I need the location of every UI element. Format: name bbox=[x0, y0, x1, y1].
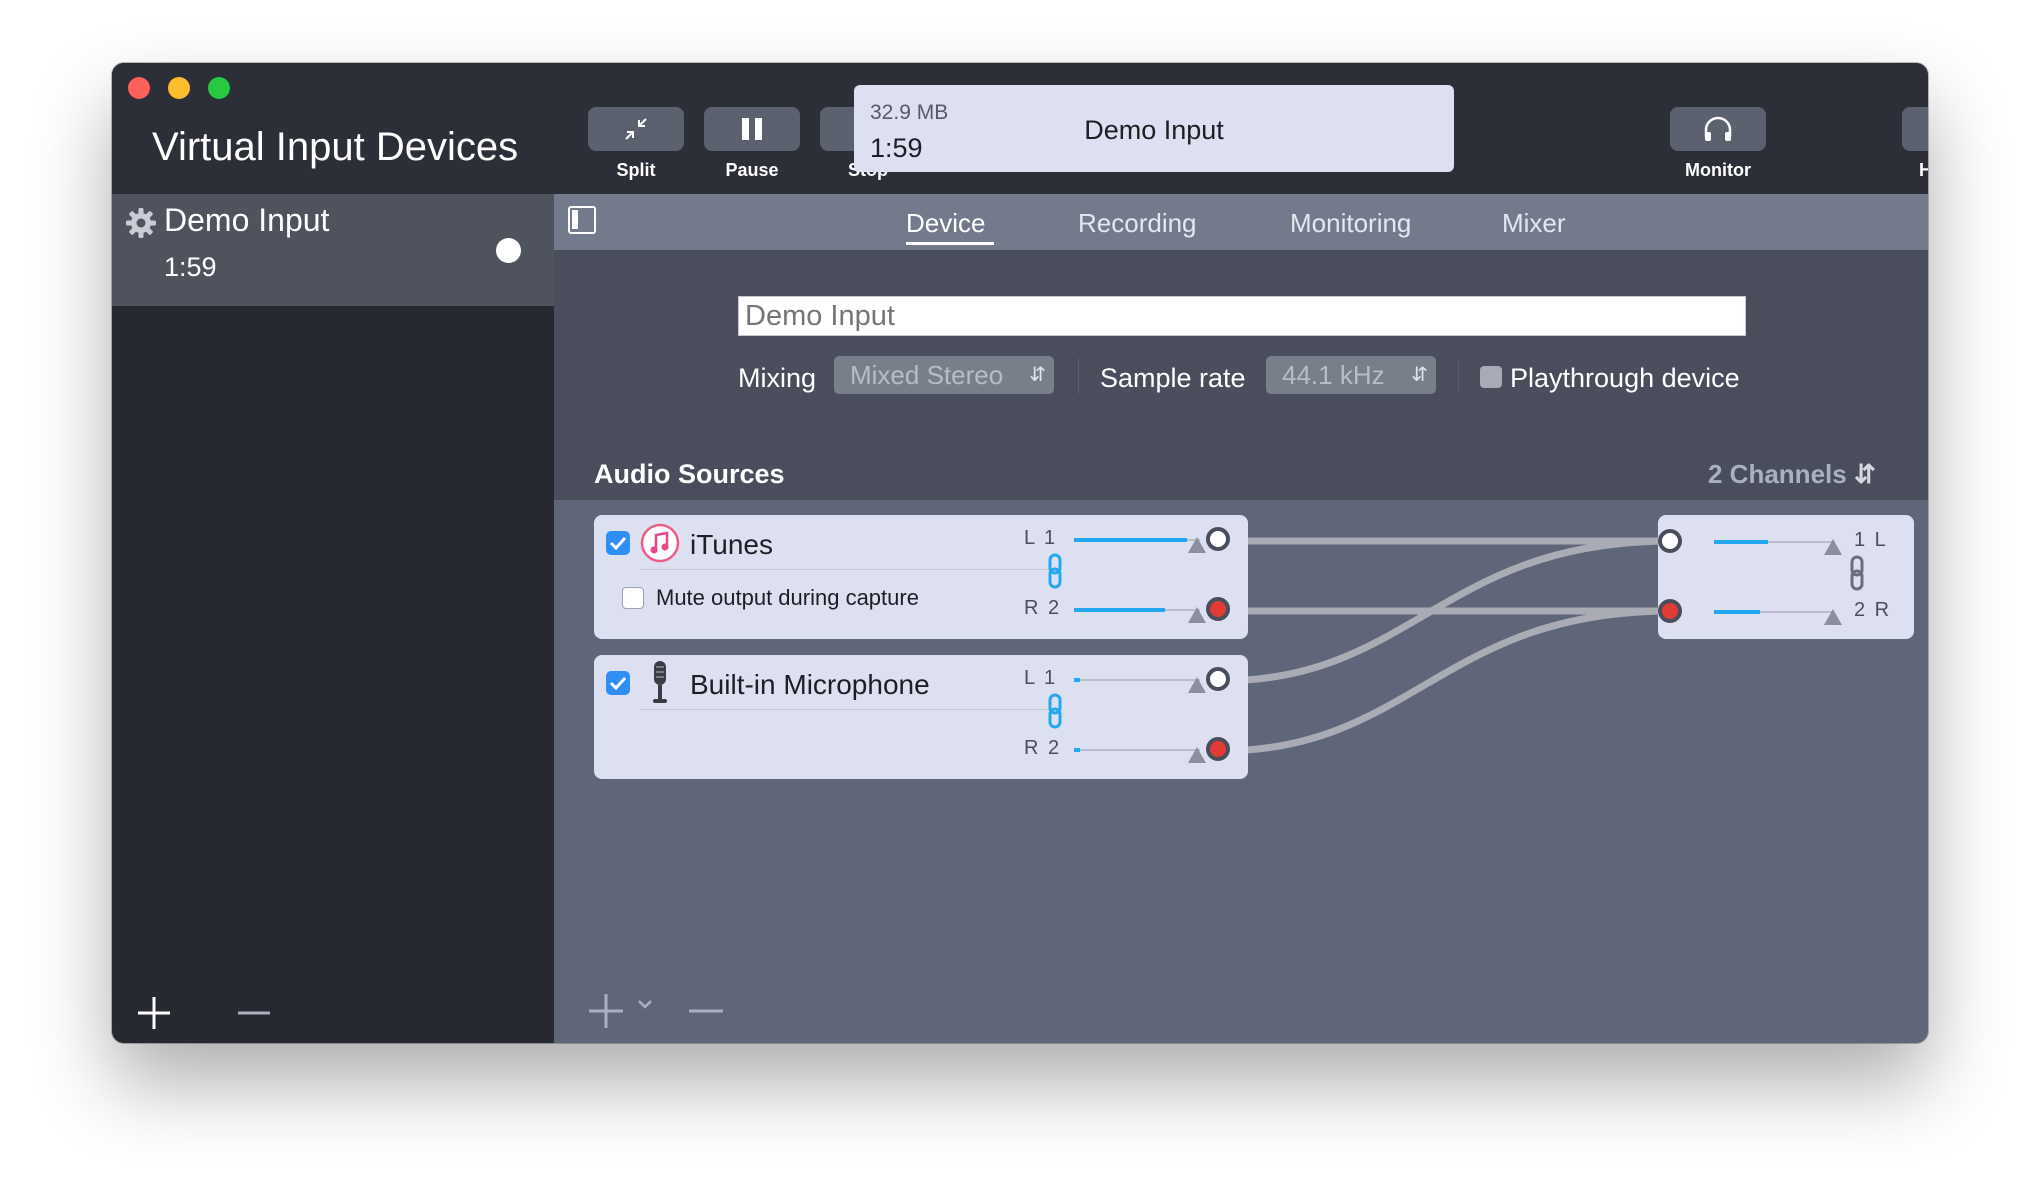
wire-mic-r bbox=[1216, 607, 1674, 755]
output-slider-right[interactable] bbox=[1824, 609, 1842, 625]
level-meter-right bbox=[1074, 748, 1081, 752]
add-source-button[interactable] bbox=[586, 991, 626, 1031]
microphone-icon bbox=[653, 661, 667, 703]
mute-output-checkbox[interactable] bbox=[622, 587, 644, 609]
output-card: 1 L 2 R bbox=[1658, 515, 1914, 639]
source-enabled-checkbox[interactable] bbox=[606, 671, 630, 695]
link-channels-icon[interactable] bbox=[1046, 693, 1064, 729]
channel-label-left: L 1 bbox=[1024, 667, 1058, 689]
output-port-left[interactable] bbox=[1206, 527, 1230, 551]
output-meter-right bbox=[1714, 610, 1760, 614]
output-port-right[interactable] bbox=[1206, 597, 1230, 621]
source-name: iTunes bbox=[690, 529, 774, 560]
chevron-down-icon[interactable] bbox=[636, 995, 654, 1013]
volume-slider-left[interactable] bbox=[1188, 537, 1206, 553]
link-channels-icon[interactable] bbox=[1046, 553, 1064, 589]
output-meter-left bbox=[1714, 540, 1768, 544]
volume-slider-right[interactable] bbox=[1188, 607, 1206, 623]
source-enabled-checkbox[interactable] bbox=[606, 531, 630, 555]
output-channel-label-right: 2 R bbox=[1854, 599, 1892, 621]
output-channel-label-left: 1 L bbox=[1854, 529, 1888, 551]
volume-track-left bbox=[1074, 679, 1200, 681]
app-window: Virtual Input Devices Demo Input 1:59 Sp… bbox=[112, 63, 1928, 1043]
volume-track-right bbox=[1074, 749, 1200, 751]
level-meter-left bbox=[1074, 538, 1188, 542]
divider bbox=[640, 569, 1052, 570]
channel-label-right: R 2 bbox=[1024, 597, 1062, 619]
input-port-right[interactable] bbox=[1658, 599, 1682, 623]
divider bbox=[640, 709, 1052, 710]
mute-output-label: Mute output during capture bbox=[656, 585, 919, 610]
remove-source-button[interactable] bbox=[686, 991, 726, 1031]
link-channels-icon[interactable] bbox=[1848, 555, 1866, 591]
volume-slider-right[interactable] bbox=[1188, 747, 1206, 763]
channel-label-right: R 2 bbox=[1024, 737, 1062, 759]
source-card-itunes: iTunes Mute output during capture L 1 R … bbox=[594, 515, 1248, 639]
volume-slider-left[interactable] bbox=[1188, 677, 1206, 693]
output-slider-left[interactable] bbox=[1824, 539, 1842, 555]
level-meter-right bbox=[1074, 608, 1165, 612]
source-name: Built-in Microphone bbox=[690, 669, 930, 700]
output-port-left[interactable] bbox=[1206, 667, 1230, 691]
output-port-right[interactable] bbox=[1206, 737, 1230, 761]
itunes-music-icon bbox=[640, 523, 680, 563]
level-meter-left bbox=[1074, 678, 1081, 682]
input-port-left[interactable] bbox=[1658, 529, 1682, 553]
source-card-microphone: Built-in Microphone L 1 R 2 bbox=[594, 655, 1248, 779]
channel-label-left: L 1 bbox=[1024, 527, 1058, 549]
